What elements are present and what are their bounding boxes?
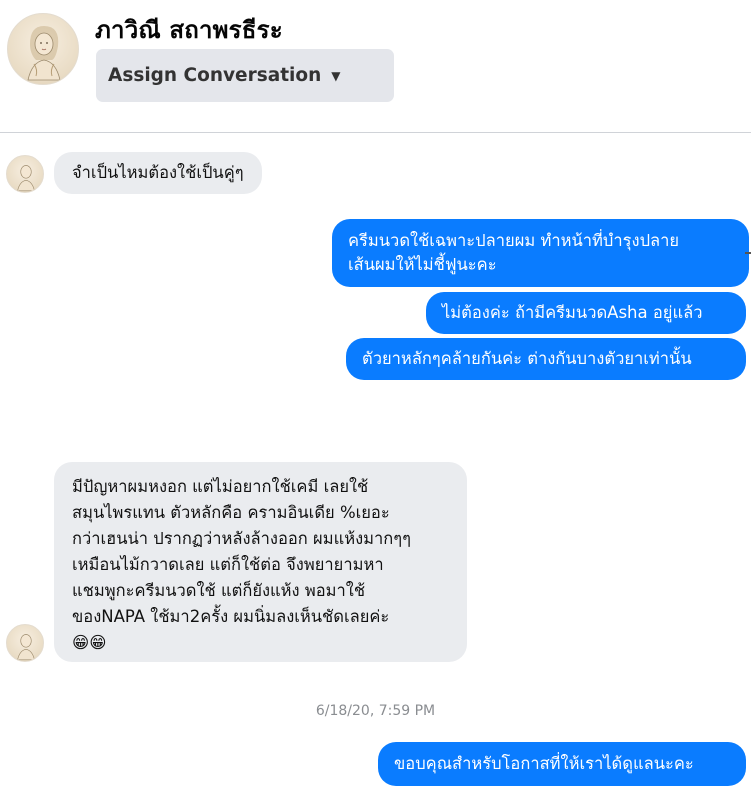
message-bubble-outgoing: ตัวยาหลักๆคล้ายกันค่ะ ต่างกันบางตัวยาเท่… (346, 338, 746, 380)
header-divider (0, 132, 751, 133)
message-bubble-incoming: จำเป็นไหมต้องใช้เป็นคู่ๆ (54, 152, 262, 194)
avatar-illustration-icon (27, 26, 61, 81)
avatar-illustration-icon (17, 634, 35, 661)
contact-name: ภาวิณี สถาพรธีระ (95, 16, 283, 44)
message-bubble-outgoing: ไม่ต้องค่ะ ถ้ามีครีมนวดAsha อยู่แล้ว (426, 292, 746, 334)
assign-conversation-label: Assign Conversation (108, 65, 322, 86)
message-timestamp: 6/18/20, 7:59 PM (315, 703, 436, 719)
sender-avatar[interactable] (6, 155, 44, 193)
message-bubble-outgoing: ขอบคุณสำหรับโอกาสที่ให้เราได้ดูแลนะคะ (378, 742, 746, 786)
conversation-header: ภาวิณี สถาพรธีระ Assign Conversation ▼ (0, 0, 751, 132)
assign-conversation-button[interactable]: Assign Conversation ▼ (96, 49, 394, 102)
read-receipt-indicator (745, 252, 751, 254)
avatar-illustration-icon (17, 165, 35, 192)
contact-avatar[interactable] (7, 13, 79, 85)
sender-avatar[interactable] (6, 624, 44, 662)
caret-down-icon: ▼ (331, 68, 341, 83)
message-bubble-outgoing: ครีมนวดใช้เฉพาะปลายผม ทำหน้าที่บำรุงปลาย… (332, 219, 749, 287)
message-bubble-incoming: มีปัญหาผมหงอก แต่ไม่อยากใช้เคมี เลยใช้ ส… (54, 462, 467, 662)
